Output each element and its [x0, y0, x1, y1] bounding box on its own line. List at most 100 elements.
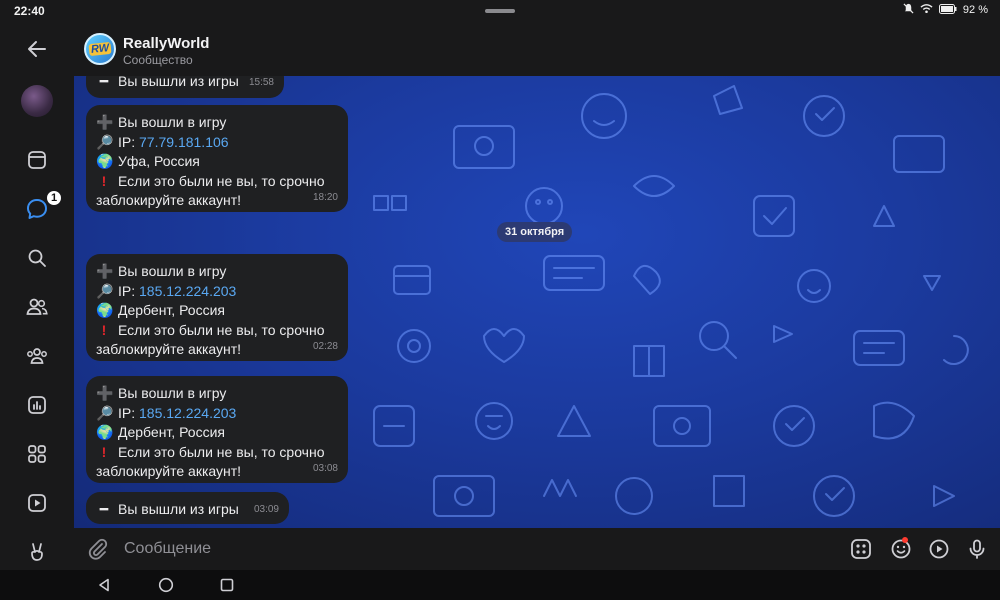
- message-text: Вы вышли из игры: [118, 76, 239, 89]
- message-line: Вы вошли в игру: [118, 114, 227, 130]
- warning-text: Если это были не вы, то срочно: [118, 172, 325, 189]
- message-line: Вы вошли в игру: [118, 385, 227, 401]
- window-handle[interactable]: [485, 9, 515, 13]
- services-button[interactable]: [22, 439, 52, 469]
- warning-text-cont: заблокируйте аккаунт!: [96, 463, 242, 479]
- triangle-back-icon: [99, 578, 109, 592]
- arrow-left-icon: [28, 41, 46, 57]
- message-bubble-exit[interactable]: ━ Вы вышли из игры 15:58: [86, 76, 284, 98]
- attach-button[interactable]: [86, 537, 110, 561]
- message-line: Вы вошли в игру: [118, 263, 227, 279]
- victory-hand-icon: [31, 543, 43, 561]
- battery-icon: [938, 3, 957, 17]
- news-button[interactable]: [22, 145, 52, 175]
- nav-back-button[interactable]: [95, 576, 113, 594]
- circle-home-icon: [158, 577, 174, 593]
- back-button[interactable]: [22, 34, 52, 64]
- system-nav-bar: [0, 570, 1000, 600]
- microphone-icon: [969, 539, 985, 559]
- message-time: 03:09: [253, 503, 279, 515]
- warning-text: Если это были не вы, то срочно: [118, 443, 325, 460]
- mute-icon: [903, 3, 914, 17]
- paperclip-icon: [88, 538, 108, 560]
- ip-label: IP:: [118, 133, 136, 150]
- video-play-icon: [28, 494, 46, 512]
- ip-label: IP:: [118, 282, 136, 299]
- message-time: 15:58: [248, 77, 274, 88]
- status-time: 22:40: [14, 4, 45, 18]
- exclamation-icon: !: [101, 172, 107, 189]
- message-text: Вы вышли из игры: [118, 501, 239, 517]
- message-time: 02:28: [312, 340, 338, 352]
- mini-apps-button[interactable]: [22, 537, 52, 567]
- globe-icon: 🌍: [96, 424, 114, 440]
- community-logo[interactable]: RW: [84, 33, 116, 65]
- warning-text: Если это были не вы, то срочно: [118, 321, 325, 338]
- ip-link[interactable]: 77.79.181.106: [139, 134, 229, 150]
- message-time: 03:08: [312, 462, 338, 474]
- message-composer: Сообщение: [74, 528, 1000, 570]
- date-separator: 31 октября: [497, 222, 573, 242]
- magnifier-icon: 🔎: [96, 282, 114, 299]
- voice-message-button[interactable]: [965, 537, 989, 561]
- exclamation-icon: !: [101, 321, 107, 338]
- status-icons: 92 %: [903, 3, 988, 17]
- unread-badge: 1: [45, 189, 63, 207]
- message-bubble-login[interactable]: ➕ Вы вошли в игру 🔎 IP: 77.79.181.106 🌍 Уфа…: [86, 105, 348, 212]
- smile-icon: [891, 539, 911, 559]
- magnifier-icon: 🔎: [96, 404, 114, 421]
- location-text: Дербент, Россия: [118, 302, 225, 318]
- newsfeed-icon: [28, 151, 46, 169]
- new-indicator-dot: [902, 537, 908, 543]
- warning-text-cont: заблокируйте аккаунт!: [96, 341, 242, 357]
- minus-icon: ━: [99, 76, 109, 89]
- keyboard-grid-icon: [851, 539, 871, 559]
- nav-home-button[interactable]: [157, 576, 175, 594]
- message-bubble-exit[interactable]: ━ Вы вышли из игры 03:09: [86, 492, 289, 524]
- communities-icon: [27, 348, 47, 364]
- minus-icon: ━: [99, 501, 109, 517]
- nav-recents-button[interactable]: [218, 576, 236, 594]
- search-icon: [28, 249, 46, 267]
- battery-percent: 92 %: [962, 4, 988, 16]
- ip-label: IP:: [118, 404, 136, 421]
- globe-icon: 🌍: [96, 302, 114, 318]
- location-text: Уфа, Россия: [118, 153, 200, 169]
- ip-link[interactable]: 185.12.224.203: [139, 283, 236, 299]
- plus-icon: ➕: [96, 263, 114, 279]
- message-bubble-login[interactable]: ➕ Вы вошли в игру 🔎 IP: 185.12.224.203 🌍 Де…: [86, 376, 348, 483]
- location-text: Дербент, Россия: [118, 424, 225, 440]
- bots-button[interactable]: [849, 537, 873, 561]
- friends-icon: [26, 298, 48, 315]
- left-rail: 1: [0, 22, 74, 570]
- plus-icon: ➕: [96, 385, 114, 401]
- message-input[interactable]: Сообщение: [124, 540, 211, 558]
- chat-header[interactable]: RW ReallyWorld Сообщество: [74, 22, 1000, 76]
- communities-button[interactable]: [22, 341, 52, 371]
- emoji-button[interactable]: [889, 537, 913, 561]
- message-bubble-login[interactable]: ➕ Вы вошли в игру 🔎 IP: 185.12.224.203 🌍 Де…: [86, 254, 348, 361]
- chat-title: ReallyWorld: [123, 35, 210, 52]
- profile-avatar[interactable]: [21, 85, 53, 117]
- ip-link[interactable]: 185.12.224.203: [139, 405, 236, 421]
- magnifier-icon: 🔎: [96, 133, 114, 150]
- stats-button[interactable]: [22, 390, 52, 420]
- square-recents-icon: [220, 578, 234, 592]
- search-button[interactable]: [22, 243, 52, 273]
- play-circle-icon: [929, 539, 949, 559]
- chat-area[interactable]: ━ Вы вышли из игры 15:58 ➕ Вы вошли в игру…: [74, 76, 1000, 528]
- apps-grid-icon: [28, 445, 46, 463]
- status-bar: 22:40 92 %: [0, 0, 1000, 22]
- video-message-button[interactable]: [927, 537, 951, 561]
- warning-text-cont: заблокируйте аккаунт!: [96, 192, 242, 208]
- exclamation-icon: !: [101, 443, 107, 460]
- friends-button[interactable]: [22, 292, 52, 322]
- plus-icon: ➕: [96, 114, 114, 130]
- stats-icon: [28, 396, 46, 414]
- wifi-icon: [920, 3, 933, 17]
- clips-button[interactable]: [22, 488, 52, 518]
- logo-text: RW: [88, 41, 112, 57]
- globe-icon: 🌍: [96, 153, 114, 169]
- message-time: 18:20: [312, 191, 338, 203]
- chat-subtitle: Сообщество: [123, 53, 193, 67]
